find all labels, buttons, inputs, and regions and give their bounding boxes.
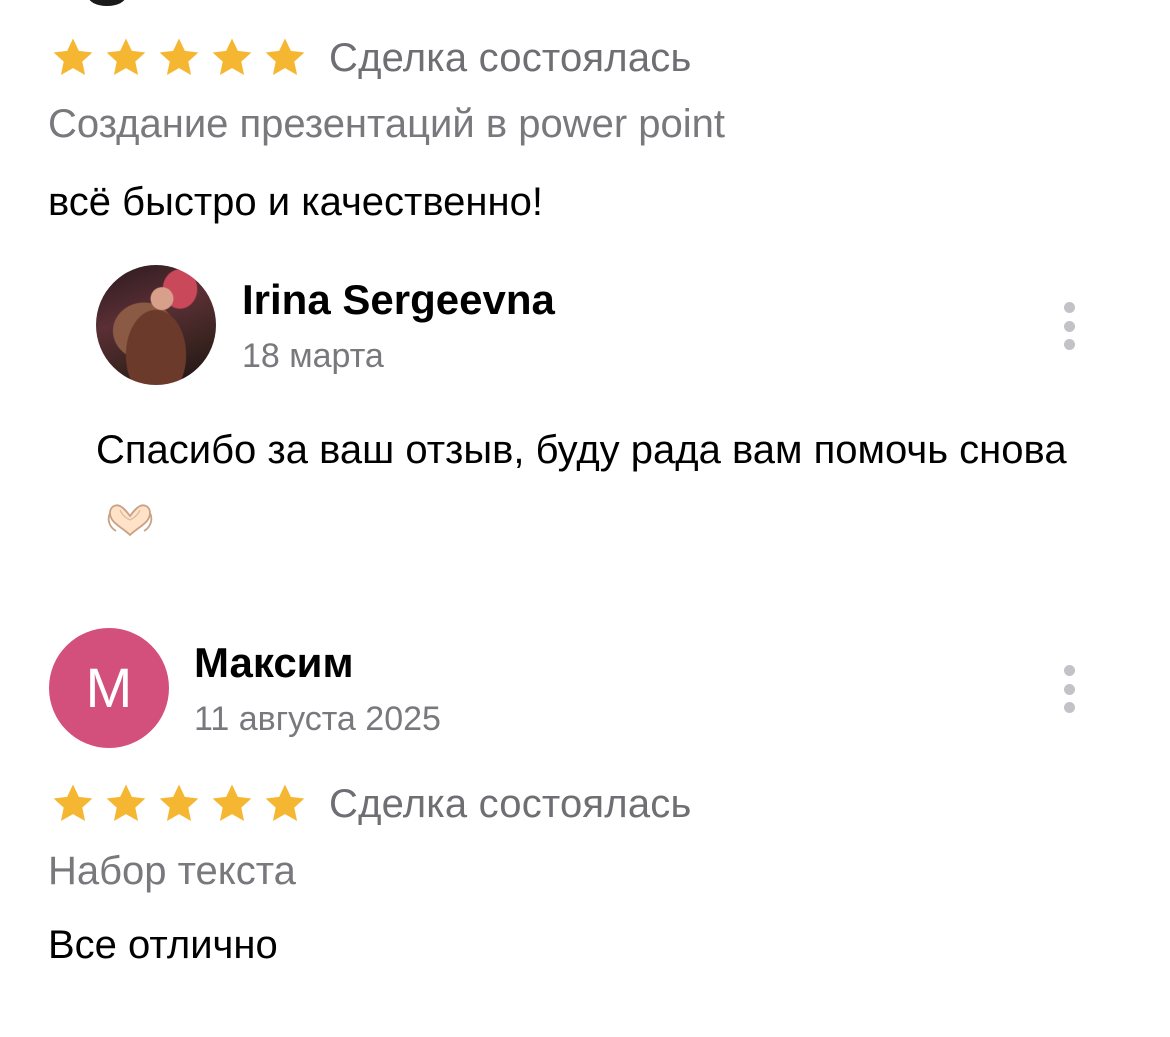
review-rating-row: Сделка состоялась [50, 779, 692, 829]
review-service-name: Создание презентаций в power point [48, 102, 726, 146]
reply-text: Спасибо за ваш отзыв, буду рада вам помо… [96, 414, 1116, 558]
star-icon [262, 35, 308, 81]
star-icon [103, 781, 149, 827]
rating-stars [50, 35, 315, 81]
reply-date: 18 марта [242, 337, 384, 375]
more-options-icon[interactable] [1057, 665, 1081, 713]
deal-status-label: Сделка состоялась [329, 36, 692, 80]
deal-status-label: Сделка состоялась [329, 782, 692, 826]
star-icon [209, 781, 255, 827]
star-icon [103, 35, 149, 81]
more-options-icon[interactable] [1057, 302, 1081, 350]
review-text: всё быстро и качественно! [48, 180, 543, 224]
star-icon [156, 781, 202, 827]
star-icon [209, 35, 255, 81]
star-icon [50, 35, 96, 81]
review-service-name: Набор текста [48, 849, 296, 893]
review-text: Все отлично [48, 923, 278, 967]
review-date: 11 августа 2025 [194, 700, 441, 738]
star-icon [50, 781, 96, 827]
review-author-avatar[interactable]: M [49, 628, 169, 748]
review-rating-row: Сделка состоялась [50, 33, 692, 83]
previous-avatar-fragment [88, 0, 126, 6]
heart-hands-icon [102, 492, 158, 537]
rating-stars [50, 781, 315, 827]
reply-text-content: Спасибо за ваш отзыв, буду рада вам помо… [96, 428, 1067, 472]
review-author-name[interactable]: Максим [194, 638, 354, 688]
star-icon [156, 35, 202, 81]
reply-author-name[interactable]: Irina Sergeevna [242, 275, 555, 325]
reply-author-avatar[interactable] [96, 265, 216, 385]
star-icon [262, 781, 308, 827]
